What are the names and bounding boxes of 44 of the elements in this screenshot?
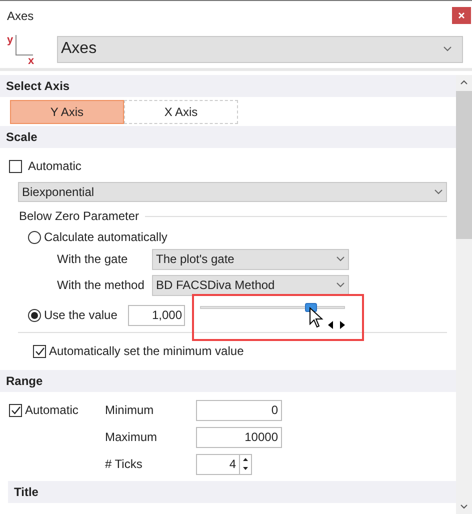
number-input[interactable]: 0 bbox=[196, 400, 282, 420]
cursor-icon bbox=[309, 307, 345, 331]
scrollbar-thumb[interactable] bbox=[456, 91, 472, 239]
radio-label: Calculate automatically bbox=[44, 229, 168, 246]
checkbox[interactable] bbox=[33, 344, 46, 358]
radio-label: Use the value bbox=[44, 307, 118, 324]
close-icon bbox=[458, 12, 465, 19]
field-label: Minimum bbox=[105, 402, 155, 419]
field-label: Maximum bbox=[105, 429, 158, 446]
scale-type-dropdown[interactable]: Biexponential bbox=[18, 182, 447, 202]
section-header: Select Axis bbox=[0, 75, 456, 97]
section-header: Range bbox=[0, 370, 456, 392]
radio-button[interactable] bbox=[28, 230, 41, 244]
checkbox[interactable] bbox=[9, 404, 22, 416]
chevron-down-icon bbox=[434, 189, 443, 195]
method-dropdown[interactable]: BD FACSDiva Method bbox=[152, 274, 349, 296]
slider-track[interactable] bbox=[200, 306, 345, 309]
radio-button[interactable] bbox=[28, 308, 41, 322]
checkbox-label: Automatic bbox=[28, 158, 82, 175]
axis-letter: x bbox=[28, 55, 34, 65]
group-title: Below Zero Parameter bbox=[19, 208, 140, 225]
field-label: With the method bbox=[57, 277, 146, 294]
chevron-down-icon bbox=[336, 282, 345, 288]
axis-tab[interactable]: Y Axis bbox=[10, 100, 124, 124]
value-input[interactable]: 1,000 bbox=[128, 304, 185, 326]
close-button[interactable] bbox=[452, 7, 471, 24]
chevron-down-icon bbox=[336, 256, 345, 262]
number-input[interactable]: 10000 bbox=[196, 426, 282, 448]
field-label: # Ticks bbox=[105, 456, 144, 473]
element-dropdown[interactable]: Axes bbox=[57, 36, 463, 62]
chevron-down-icon bbox=[443, 46, 452, 52]
slider-thumb[interactable] bbox=[305, 303, 318, 312]
axis-tab[interactable]: X Axis bbox=[124, 100, 238, 124]
gate-dropdown[interactable]: The plot's gate bbox=[152, 248, 349, 270]
spinner-field[interactable]: 4 bbox=[196, 454, 252, 474]
field-label: With the gate bbox=[57, 251, 129, 268]
checkbox-label: Automatic bbox=[25, 402, 78, 419]
checkbox[interactable] bbox=[9, 160, 22, 172]
section-header: Title bbox=[8, 481, 456, 503]
scrollbar[interactable] bbox=[456, 75, 472, 514]
section-header: Scale bbox=[0, 126, 456, 148]
checkbox-label: Automatically set the minimum value bbox=[49, 343, 244, 360]
window-title: Axes bbox=[7, 8, 34, 24]
axis-letter: y bbox=[7, 34, 14, 46]
